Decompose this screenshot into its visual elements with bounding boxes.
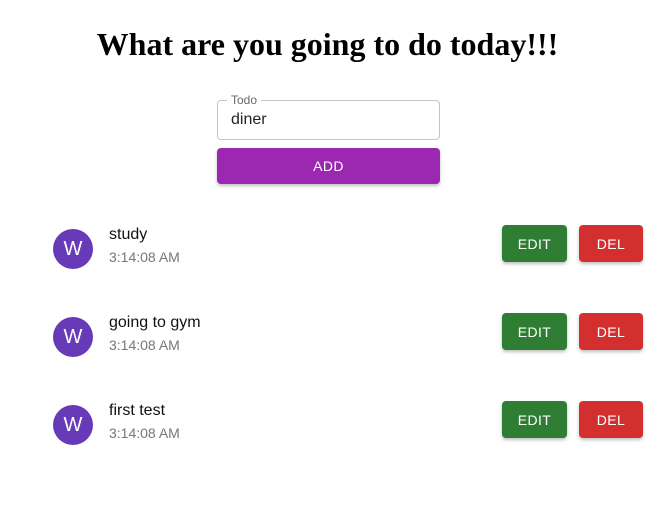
- delete-button[interactable]: DEL: [579, 225, 643, 262]
- page-title: What are you going to do today!!!: [96, 26, 559, 62]
- todo-field-label: Todo: [227, 94, 262, 106]
- todo-page: What are you going to do today!!! Todo A…: [0, 0, 671, 519]
- avatar: W: [53, 229, 93, 269]
- todo-time: 3:14:08 AM: [109, 425, 180, 441]
- edit-button[interactable]: EDIT: [502, 313, 567, 350]
- edit-button[interactable]: EDIT: [502, 225, 567, 262]
- avatar: W: [53, 317, 93, 357]
- avatar: W: [53, 405, 93, 445]
- add-button[interactable]: ADD: [217, 148, 440, 184]
- delete-button[interactable]: DEL: [579, 313, 643, 350]
- todo-time: 3:14:08 AM: [109, 337, 180, 353]
- list-item: W going to gym 3:14:08 AM EDIT DEL: [0, 313, 671, 373]
- todo-time: 3:14:08 AM: [109, 249, 180, 265]
- todo-text: study: [109, 226, 148, 243]
- delete-button[interactable]: DEL: [579, 401, 643, 438]
- todo-text: first test: [109, 402, 166, 419]
- edit-button[interactable]: EDIT: [502, 401, 567, 438]
- list-item: W first test 3:14:08 AM EDIT DEL: [0, 401, 671, 461]
- list-item: W study 3:14:08 AM EDIT DEL: [0, 225, 671, 285]
- todo-text: going to gym: [109, 314, 201, 331]
- todo-field[interactable]: Todo: [217, 94, 440, 140]
- todo-input[interactable]: [231, 109, 431, 131]
